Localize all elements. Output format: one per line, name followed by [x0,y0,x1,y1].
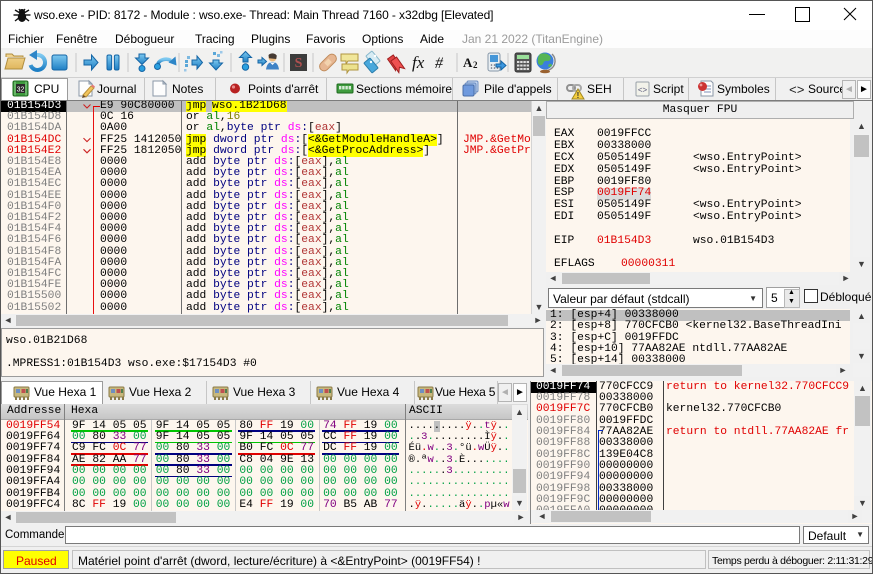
svg-text:fx: fx [412,53,425,72]
svg-text:S: S [295,56,303,71]
svg-text:<>: <> [789,83,805,98]
svg-text:<>: <> [638,86,648,95]
svg-text:!: ! [577,91,580,100]
svg-text:32: 32 [17,87,25,94]
svg-text:2: 2 [473,60,478,70]
svg-text:A: A [463,55,473,70]
svg-text:#: # [435,55,444,72]
